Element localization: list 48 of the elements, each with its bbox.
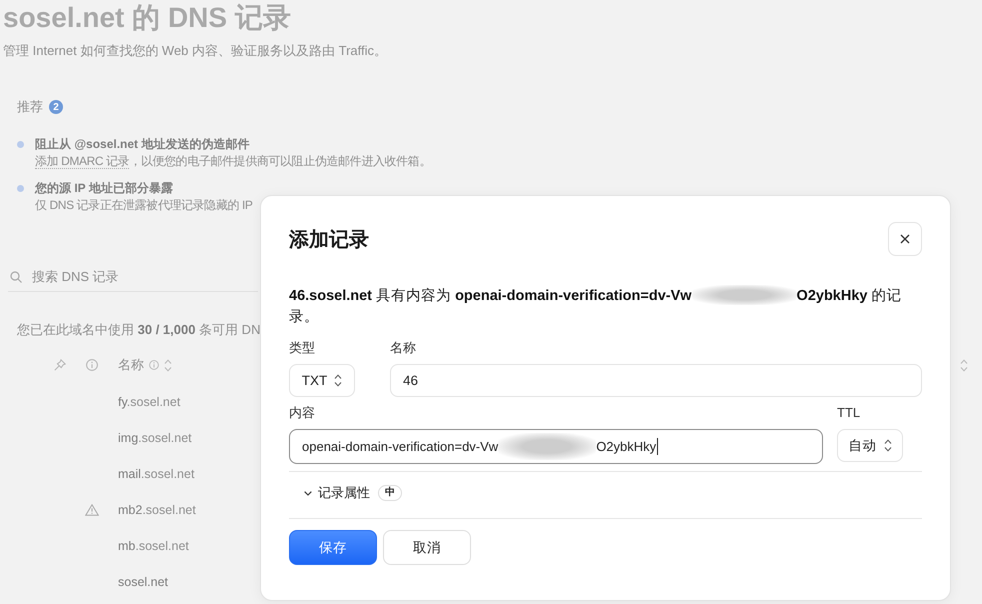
field-label: 内容 [289,405,315,421]
chevron-down-icon [304,490,312,496]
search-icon [10,271,22,283]
page-subtitle: 管理 Internet 如何查找您的 Web 内容、验证服务以及路由 Traffic。 [2,42,388,60]
info-icon [86,359,98,371]
search-field[interactable]: 搜索 DNS 记录 [8,262,258,292]
usage-text: 您已在此域名中使用 30 / 1,000 条可用 DN [17,321,260,339]
recommendation-title: 阻止从 @sosel.net 地址发送的伪造邮件 [35,136,250,153]
field-value: openai-domain-verification=dv-Vw [302,439,498,454]
recommendation-description: 添加 DMARC 记录，以便您的电子邮件提供商可以阻止伪造邮件进入收件箱。 [35,153,431,170]
dropdown[interactable]: 自动 [837,429,903,462]
bullet-icon [17,185,24,192]
field-label: 类型 [289,340,315,356]
save-button[interactable]: 保存 [289,530,377,565]
field-label: 名称 [390,340,416,356]
content-field[interactable]: openai-domain-verification=dv-Vw O2ybkHky [289,429,823,464]
column-header: 名称 [118,356,144,374]
bullet-icon [17,141,24,148]
text-field[interactable]: 46 [390,364,922,397]
record-name[interactable]: fy.sosel.net [118,395,180,409]
record-name[interactable]: sosel.net [118,575,168,589]
text-cursor-icon [657,438,658,455]
pin-icon[interactable] [54,359,66,371]
attribute-badge: 中 [378,485,402,501]
sort-icon[interactable] [960,358,968,372]
field-label: TTL [837,405,860,421]
cancel-button[interactable]: 取消 [383,530,471,565]
recommendation-description: 仅 DNS 记录正在泄露被代理记录隐藏的 IP [35,197,252,214]
count-badge: 2 [49,100,63,114]
close-icon [900,234,910,244]
dialog-title: 添加记录 [289,228,369,252]
record-name[interactable]: mb2.sosel.net [118,503,196,517]
attributes-toggle[interactable]: 记录属性 [304,484,370,502]
recommendation-title: 您的源 IP 地址已部分暴露 [35,180,173,197]
close-button[interactable] [888,222,922,256]
field-value: O2ybkHky [596,439,656,454]
updown-chevron-icon [884,439,892,452]
summary-text: 46.sosel.net 具有内容为 openai-domain-verification=dv-Vw O2ybkHky 的记录。 [289,286,903,327]
updown-chevron-icon [334,374,342,387]
record-name[interactable]: mb.sosel.net [118,539,189,553]
dropdown[interactable]: TXT [289,364,355,397]
sort-icon[interactable] [164,358,172,372]
record-name[interactable]: mail.sosel.net [118,467,194,481]
text-link[interactable]: 添加 DMARC 记录 [35,154,130,169]
page-title: sosel.net 的 DNS 记录 [2,1,291,35]
section-heading: 推荐 [17,98,43,116]
record-name[interactable]: img.sosel.net [118,431,192,445]
info-icon [149,360,159,370]
